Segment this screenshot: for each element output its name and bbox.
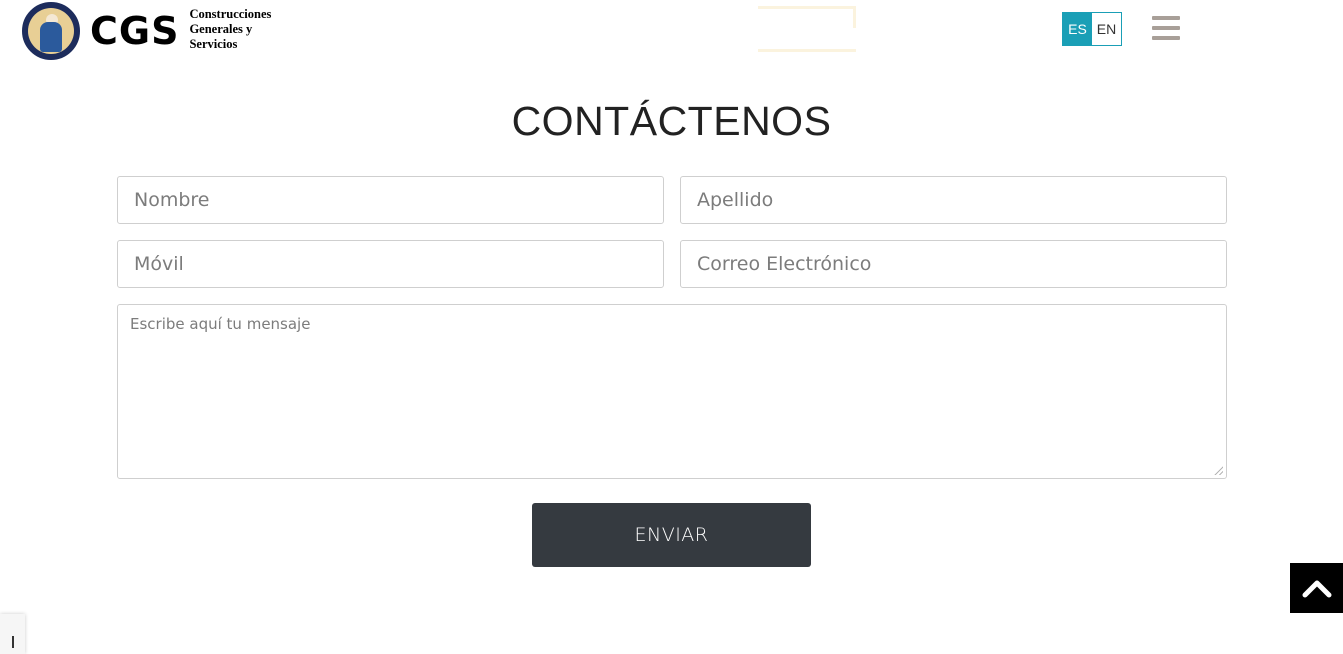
language-es-button[interactable]: ES xyxy=(1063,13,1092,45)
logo-subtitle: Construcciones Generales y Servicios xyxy=(189,6,272,51)
textarea-resize-handle[interactable] xyxy=(1214,466,1223,475)
page: CGS Construcciones Generales y Servicios… xyxy=(0,0,1343,654)
language-en-button[interactable]: EN xyxy=(1092,13,1121,45)
language-switcher: ES EN xyxy=(1062,12,1122,46)
corner-widget[interactable] xyxy=(0,614,25,654)
first-name-input[interactable] xyxy=(117,176,664,224)
chevron-up-icon xyxy=(1302,580,1331,598)
message-textarea[interactable] xyxy=(117,304,1227,479)
back-to-top-button[interactable] xyxy=(1290,563,1343,613)
page-title: CONTÁCTENOS xyxy=(511,98,832,144)
site-logo[interactable]: CGS Construcciones Generales y Servicios xyxy=(22,2,271,60)
logo-wordmark: CGS xyxy=(90,9,180,53)
email-input[interactable] xyxy=(680,240,1227,288)
logo-emblem-icon xyxy=(22,2,80,60)
mobile-input[interactable] xyxy=(117,240,664,288)
header-decoration xyxy=(758,6,856,52)
send-button[interactable]: ENVIAR xyxy=(532,503,811,567)
last-name-input[interactable] xyxy=(680,176,1227,224)
hamburger-icon[interactable] xyxy=(1152,16,1180,40)
